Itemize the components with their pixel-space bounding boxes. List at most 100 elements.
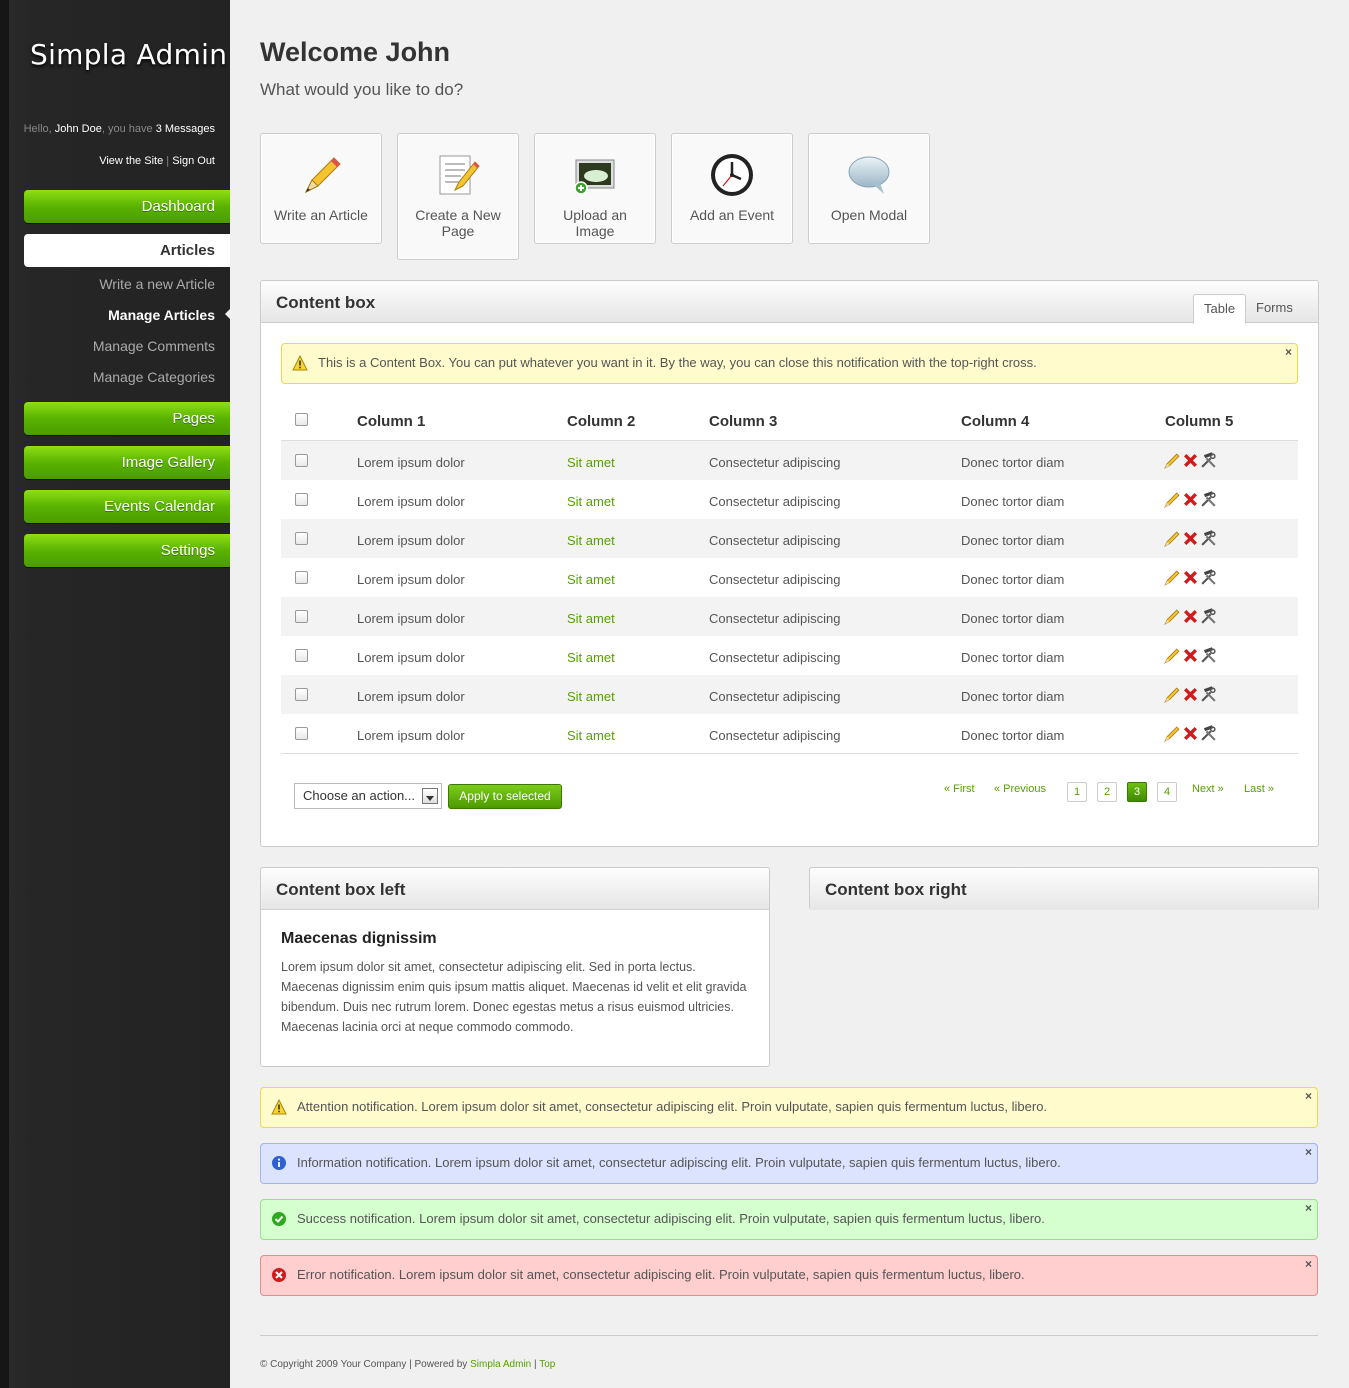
table-cell-link[interactable]: Sit amet — [567, 455, 615, 470]
shortcut-label: Add an Event — [689, 207, 775, 223]
apply-to-selected-button[interactable]: Apply to selected — [448, 784, 562, 809]
edit-icon[interactable] — [1164, 725, 1181, 742]
pagination-page[interactable]: 1 — [1067, 782, 1087, 802]
pagination-previous[interactable]: « Previous — [994, 783, 1046, 795]
edit-icon[interactable] — [1164, 647, 1181, 664]
edit-icon[interactable] — [1164, 569, 1181, 586]
pagination-last[interactable]: Last » — [1244, 783, 1274, 795]
column-header[interactable]: Column 3 — [709, 413, 777, 430]
row-checkbox[interactable] — [295, 727, 308, 740]
nav-settings[interactable]: Settings — [24, 534, 230, 567]
close-icon[interactable]: × — [1305, 1145, 1312, 1159]
shortcut-write-article[interactable]: Write an Article — [260, 133, 382, 244]
pagination-page[interactable]: 4 — [1157, 782, 1177, 802]
pagination-next[interactable]: Next » — [1192, 783, 1224, 795]
subnav-manage-articles[interactable]: Manage Articles — [108, 307, 215, 323]
edit-icon[interactable] — [1164, 686, 1181, 703]
view-site-link[interactable]: View the Site — [99, 155, 163, 167]
nav-image-gallery[interactable]: Image Gallery — [24, 446, 230, 479]
delete-icon[interactable] — [1182, 491, 1199, 508]
row-checkbox[interactable] — [295, 454, 308, 467]
table-cell-link[interactable]: Sit amet — [567, 611, 615, 626]
pagination-page-current[interactable]: 3 — [1127, 782, 1147, 802]
pagination-first[interactable]: « First — [944, 783, 975, 795]
delete-icon[interactable] — [1182, 530, 1199, 547]
row-checkbox[interactable] — [295, 610, 308, 623]
close-icon[interactable]: × — [1285, 345, 1292, 359]
edit-icon[interactable] — [1164, 530, 1181, 547]
close-icon[interactable]: × — [1305, 1257, 1312, 1271]
column-header[interactable]: Column 5 — [1165, 413, 1233, 430]
column-header[interactable]: Column 4 — [961, 413, 1029, 430]
nav-pages[interactable]: Pages — [24, 402, 230, 435]
footer-top-link[interactable]: Top — [539, 1359, 555, 1370]
edit-icon[interactable] — [1164, 452, 1181, 469]
table-cell: Consectetur adipiscing — [709, 728, 841, 743]
table-cell: Donec tortor diam — [961, 611, 1065, 626]
page-title: Welcome John — [260, 37, 451, 67]
delete-icon[interactable] — [1182, 647, 1199, 664]
settings-icon[interactable] — [1200, 686, 1217, 703]
subnav-manage-comments[interactable]: Manage Comments — [93, 338, 215, 354]
settings-icon[interactable] — [1200, 608, 1217, 625]
table-cell-link[interactable]: Sit amet — [567, 533, 615, 548]
active-pointer — [225, 309, 230, 319]
pagination-page[interactable]: 2 — [1097, 782, 1117, 802]
table-cell-link[interactable]: Sit amet — [567, 689, 615, 704]
table-cell-link[interactable]: Sit amet — [567, 728, 615, 743]
shortcut-add-event[interactable]: Add an Event — [671, 133, 793, 244]
select-all-checkbox[interactable] — [295, 413, 308, 426]
settings-icon[interactable] — [1200, 725, 1217, 742]
chevron-down-icon[interactable] — [422, 788, 438, 804]
settings-icon[interactable] — [1200, 647, 1217, 664]
table-row: Lorem ipsum dolor Sit amet Consectetur adi… — [281, 519, 1298, 558]
row-actions — [1164, 452, 1218, 469]
tab-table[interactable]: Table — [1193, 294, 1247, 324]
row-checkbox[interactable] — [295, 493, 308, 506]
subnav-manage-categories[interactable]: Manage Categories — [93, 369, 215, 385]
edit-icon[interactable] — [1164, 491, 1181, 508]
row-checkbox[interactable] — [295, 571, 308, 584]
information-notification: Information notification. Lorem ipsum do… — [260, 1143, 1318, 1184]
delete-icon[interactable] — [1182, 452, 1199, 469]
table-cell-link[interactable]: Sit amet — [567, 494, 615, 509]
subnav-write-article[interactable]: Write a new Article — [99, 276, 215, 292]
table-cell: Lorem ipsum dolor — [357, 689, 465, 704]
content-box-title: Content box — [276, 293, 376, 312]
bulk-action-select[interactable]: Choose an action... — [294, 783, 442, 809]
shortcut-open-modal[interactable]: Open Modal — [808, 133, 930, 244]
sign-out-link[interactable]: Sign Out — [172, 155, 215, 167]
content-box-header: Content box Table Forms — [261, 281, 1318, 324]
messages-link[interactable]: 3 Messages — [156, 123, 215, 135]
column-header[interactable]: Column 1 — [357, 413, 425, 430]
row-checkbox[interactable] — [295, 688, 308, 701]
settings-icon[interactable] — [1200, 452, 1217, 469]
table-cell-link[interactable]: Sit amet — [567, 650, 615, 665]
settings-icon[interactable] — [1200, 530, 1217, 547]
shortcut-upload-image[interactable]: Upload an Image — [534, 133, 656, 244]
edit-icon[interactable] — [1164, 608, 1181, 625]
delete-icon[interactable] — [1182, 725, 1199, 742]
tab-forms[interactable]: Forms — [1246, 294, 1303, 323]
delete-icon[interactable] — [1182, 608, 1199, 625]
settings-icon[interactable] — [1200, 569, 1217, 586]
close-icon[interactable]: × — [1305, 1201, 1312, 1215]
app-logo[interactable]: Simpla Admin — [30, 38, 227, 71]
new-page-icon — [439, 155, 480, 195]
row-checkbox[interactable] — [295, 532, 308, 545]
table-cell-link[interactable]: Sit amet — [567, 572, 615, 587]
row-checkbox[interactable] — [295, 649, 308, 662]
user-name[interactable]: John Doe — [55, 123, 102, 135]
close-icon[interactable]: × — [1305, 1089, 1312, 1103]
row-actions — [1164, 608, 1218, 625]
nav-articles[interactable]: Articles — [24, 234, 230, 267]
nav-events-calendar[interactable]: Events Calendar — [24, 490, 230, 523]
nav-dashboard[interactable]: Dashboard — [24, 190, 230, 223]
settings-icon[interactable] — [1200, 491, 1217, 508]
pencil-icon — [304, 157, 341, 194]
column-header[interactable]: Column 2 — [567, 413, 635, 430]
shortcut-create-page[interactable]: Create a New Page — [397, 133, 519, 260]
delete-icon[interactable] — [1182, 686, 1199, 703]
footer-powered-link[interactable]: Simpla Admin — [470, 1359, 531, 1370]
delete-icon[interactable] — [1182, 569, 1199, 586]
